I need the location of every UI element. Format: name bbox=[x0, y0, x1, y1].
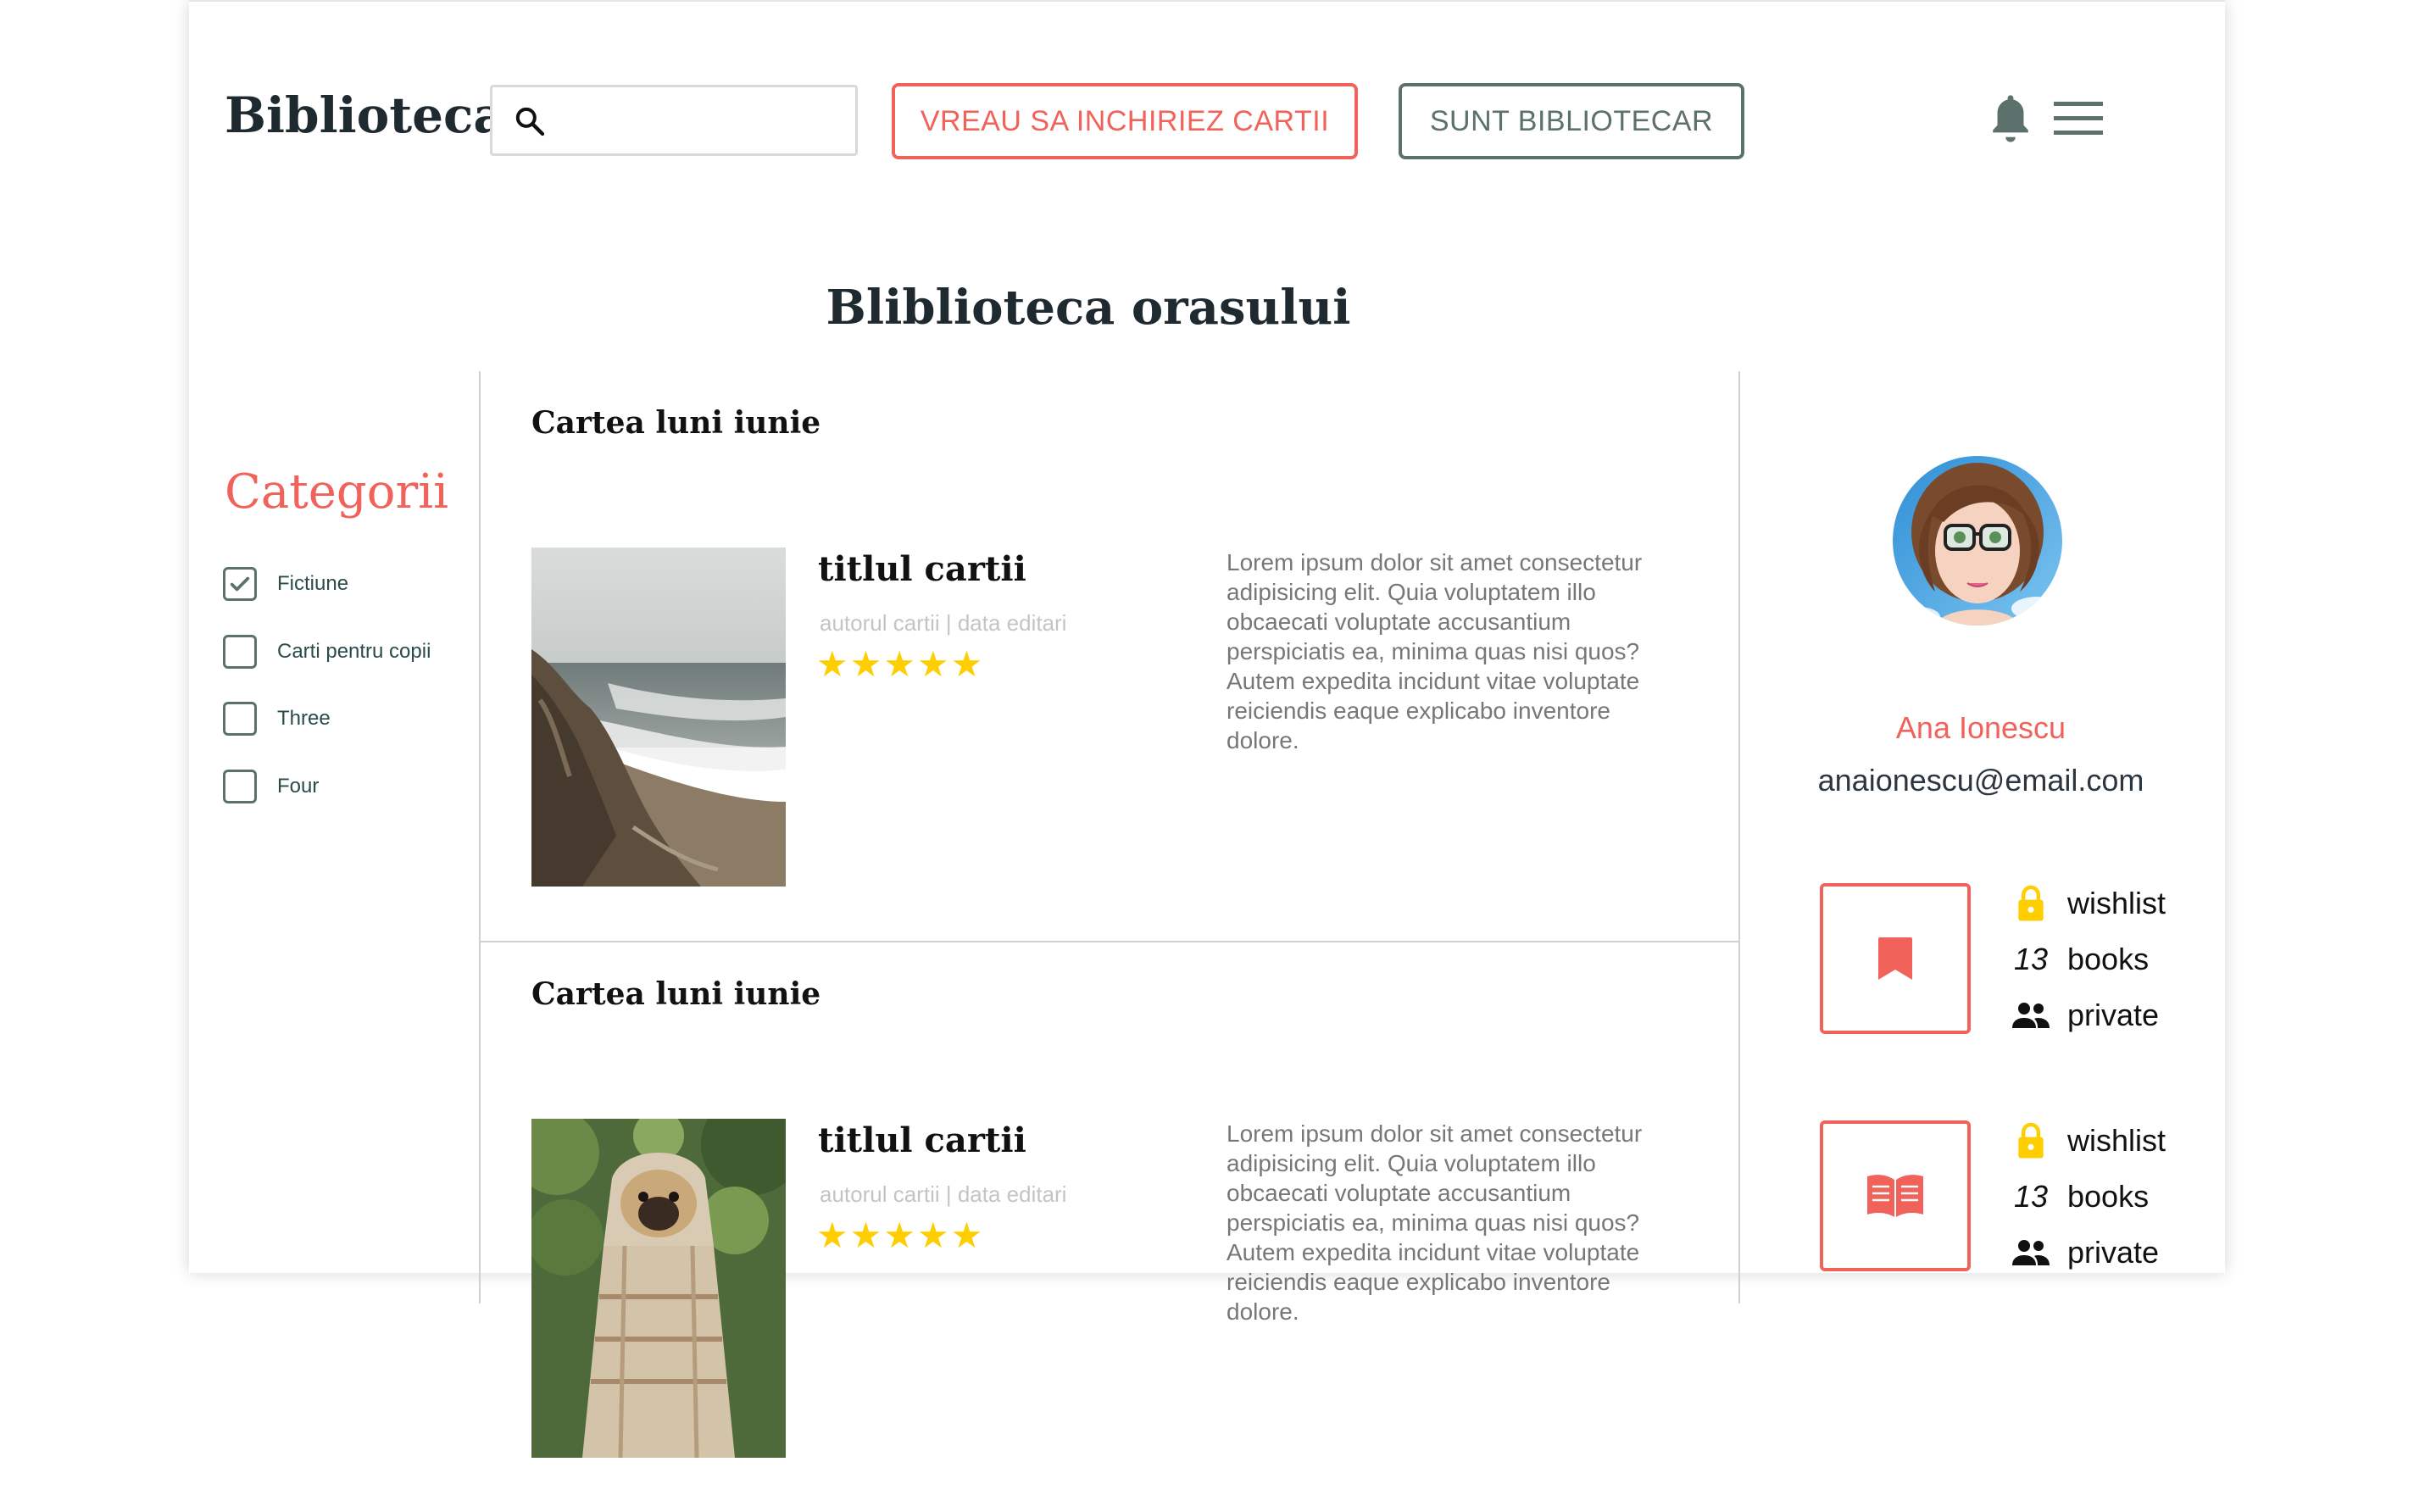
book-card[interactable]: Cartea luni iunie titlul cartii autorul … bbox=[481, 371, 1738, 941]
list-visibility: private bbox=[2067, 998, 2160, 1032]
book-meta: autorul cartii | data editari bbox=[820, 610, 1067, 636]
search-icon bbox=[515, 107, 545, 136]
checkbox[interactable] bbox=[223, 770, 257, 803]
lock-icon bbox=[2018, 1122, 2044, 1159]
star-icon: ★ bbox=[883, 644, 915, 684]
open-book-icon bbox=[1867, 1175, 1923, 1217]
book-cover-image[interactable] bbox=[531, 548, 786, 887]
book-cover-image[interactable] bbox=[531, 1119, 786, 1458]
wishlist-tile[interactable] bbox=[1820, 1120, 1971, 1271]
book-description: Lorem ipsum dolor sit amet consectetur a… bbox=[1226, 549, 1643, 753]
category-item[interactable]: Four bbox=[223, 766, 319, 807]
app-logo[interactable]: Biblioteca bbox=[225, 86, 505, 144]
rating-stars: ★ ★ ★ ★ ★ bbox=[816, 644, 982, 685]
rating-stars: ★ ★ ★ ★ ★ bbox=[816, 1215, 982, 1256]
user-avatar[interactable] bbox=[1893, 456, 2062, 625]
list-visibility-row: private bbox=[2010, 1234, 2159, 1271]
bookmark-icon bbox=[1878, 937, 1912, 980]
star-icon: ★ bbox=[849, 644, 882, 684]
book-title[interactable]: titlul cartii bbox=[818, 549, 1026, 589]
category-item[interactable]: Three bbox=[223, 698, 331, 739]
people-icon bbox=[2012, 1003, 2050, 1028]
book-description: Lorem ipsum dolor sit amet consectetur a… bbox=[1226, 1120, 1643, 1325]
book-title[interactable]: titlul cartii bbox=[818, 1120, 1026, 1160]
category-label: Three bbox=[277, 707, 331, 730]
category-item[interactable]: Carti pentru copii bbox=[223, 631, 431, 672]
list-visibility-row: private bbox=[2010, 997, 2159, 1034]
star-icon: ★ bbox=[883, 1215, 915, 1255]
star-icon: ★ bbox=[816, 1215, 848, 1255]
bell-icon[interactable] bbox=[1986, 90, 2035, 146]
profile-name[interactable]: Ana Ionescu bbox=[1737, 710, 2225, 746]
list-count-row: 13 books bbox=[2010, 1178, 2149, 1215]
card-heading: Cartea luni iunie bbox=[531, 976, 821, 1012]
category-label: Fictiune bbox=[277, 572, 349, 595]
list-type-row: wishlist bbox=[2010, 1122, 2166, 1159]
star-icon: ★ bbox=[950, 1215, 983, 1255]
book-card[interactable]: Cartea luni iunie titlul cartii autorul … bbox=[481, 941, 1738, 1512]
card-heading: Cartea luni iunie bbox=[531, 405, 821, 441]
people-icon bbox=[2012, 1240, 2050, 1265]
list-type: wishlist bbox=[2067, 1123, 2166, 1158]
star-icon: ★ bbox=[849, 1215, 882, 1255]
list-visibility: private bbox=[2067, 1235, 2160, 1270]
category-label: Carti pentru copii bbox=[277, 640, 431, 663]
star-icon: ★ bbox=[950, 644, 983, 684]
book-feed: Cartea luni iunie titlul cartii autorul … bbox=[479, 371, 1740, 1458]
checkbox[interactable] bbox=[223, 635, 257, 669]
list-count-row: 13 books bbox=[2010, 941, 2149, 978]
search-box[interactable] bbox=[490, 85, 858, 156]
star-icon: ★ bbox=[916, 1215, 949, 1255]
list-type: wishlist bbox=[2067, 886, 2166, 920]
lock-icon bbox=[2018, 885, 2044, 921]
list-count: 13 bbox=[2013, 1179, 2049, 1214]
checkbox[interactable] bbox=[223, 702, 257, 736]
check-icon bbox=[230, 576, 250, 592]
page-container: Biblioteca VREAU SA INCHIRIEZ CARTII SUN… bbox=[189, 0, 2225, 1458]
profile-email: anaionescu@email.com bbox=[1817, 763, 2144, 798]
checkbox-checked[interactable] bbox=[223, 567, 257, 601]
librarian-button[interactable]: SUNT BIBLIOTECAR bbox=[1399, 83, 1744, 159]
rent-books-button[interactable]: VREAU SA INCHIRIEZ CARTII bbox=[892, 83, 1358, 159]
list-type-row: wishlist bbox=[2010, 885, 2166, 922]
list-count: 13 bbox=[2013, 942, 2049, 976]
menu-icon[interactable] bbox=[2054, 100, 2103, 137]
list-count-label: books bbox=[2067, 942, 2150, 976]
search-input[interactable] bbox=[559, 99, 842, 143]
star-icon: ★ bbox=[816, 644, 848, 684]
page-title: Bliblioteca orasului bbox=[826, 280, 1351, 336]
star-icon: ★ bbox=[916, 644, 949, 684]
wishlist-tile[interactable] bbox=[1820, 883, 1971, 1034]
book-meta: autorul cartii | data editari bbox=[820, 1181, 1067, 1207]
categories-title: Categorii bbox=[225, 464, 449, 520]
category-item[interactable]: Fictiune bbox=[223, 564, 348, 604]
category-label: Four bbox=[277, 775, 320, 798]
list-count-label: books bbox=[2067, 1179, 2150, 1214]
